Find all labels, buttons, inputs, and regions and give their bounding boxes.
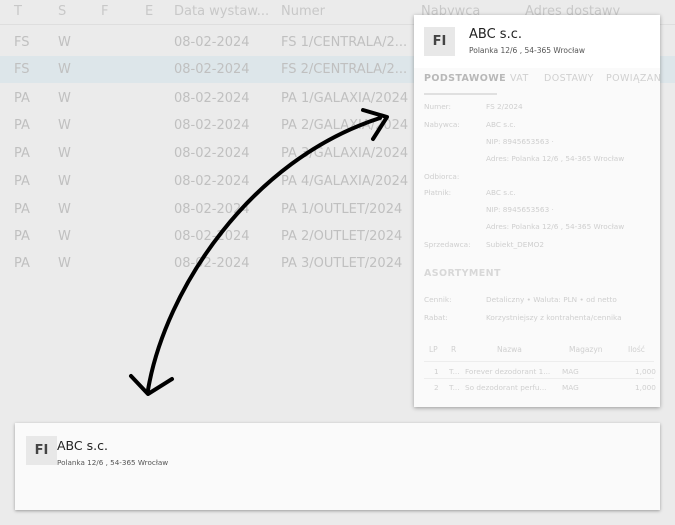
double-arrow-icon [129, 108, 389, 396]
